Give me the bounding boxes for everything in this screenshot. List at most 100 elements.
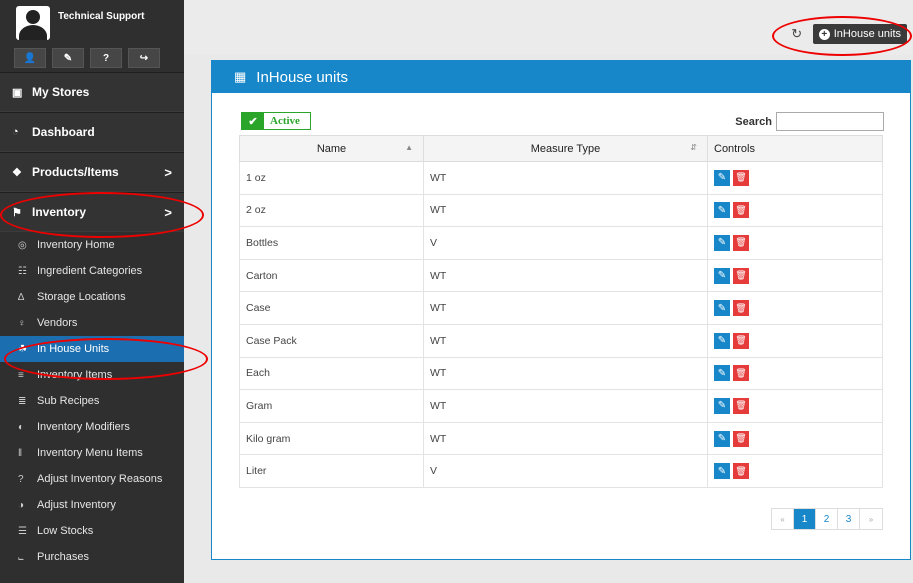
sidebar-item-in-house-units[interactable]: ☘ In House Units [0, 336, 184, 362]
edit-icon[interactable]: ✎ [714, 463, 730, 480]
sidebar-item-purchases[interactable]: ⨽ Purchases [0, 544, 184, 570]
pagination-page[interactable]: 1 [794, 509, 816, 529]
add-inhouse-unit-button[interactable]: + InHouse units [812, 24, 907, 44]
edit-icon[interactable]: ✎ [714, 169, 730, 186]
cell-controls: ✎ 🗑 [707, 291, 883, 325]
cell-controls: ✎ 🗑 [707, 356, 883, 391]
delete-icon[interactable]: 🗑 [733, 397, 749, 414]
sidebar-item-adjust-inventory-reasons[interactable]: ? Adjust Inventory Reasons [0, 466, 184, 492]
panel-title: InHouse units [256, 68, 349, 86]
sidebar-item-low-stocks[interactable]: ☰ Low Stocks [0, 518, 184, 544]
user-icon[interactable]: 👤 [14, 48, 46, 68]
sidebar-item-my-stores[interactable]: ▣ My Stores [0, 72, 184, 112]
cell-controls: ✎ 🗑 [707, 454, 883, 488]
modifiers-icon: ◐ [18, 421, 25, 433]
units-table: Name ▲ Measure Type ⇵ Controls 1 oz WT ✎… [239, 135, 883, 488]
edit-icon[interactable]: ✎ [714, 397, 730, 414]
delete-icon[interactable]: 🗑 [733, 234, 749, 251]
refresh-button[interactable]: ↻ [787, 24, 807, 44]
cell-measure-type: WT [423, 161, 708, 195]
sidebar-item-dashboard[interactable]: ◔ Dashboard [0, 112, 184, 152]
delete-icon[interactable]: 🗑 [733, 267, 749, 284]
logout-icon[interactable]: ↪ [128, 48, 160, 68]
cell-name: Carton [239, 258, 424, 293]
sidebar-item-sub-recipes[interactable]: ≣ Sub Recipes [0, 388, 184, 414]
table-row: Carton WT ✎ 🗑 [239, 258, 883, 293]
sidebar-item-inventory[interactable]: ⚑ Inventory > [0, 192, 184, 232]
sidebar-item-vendors[interactable]: ♀ Vendors [0, 310, 184, 336]
sidebar-item-label: Inventory Modifiers [37, 421, 130, 433]
chevron-right-icon: > [164, 204, 172, 220]
pagination-prev[interactable]: « [772, 509, 794, 529]
categories-icon: ☷ [18, 265, 27, 277]
edit-icon[interactable]: ✎ [714, 332, 730, 349]
column-header-measure-type[interactable]: Measure Type ⇵ [423, 135, 708, 162]
help-icon[interactable]: ? [90, 48, 122, 68]
cell-measure-type: WT [423, 258, 708, 293]
sidebar-item-inventory-menu-items[interactable]: ‖ Inventory Menu Items [0, 440, 184, 466]
pagination-page[interactable]: 3 [838, 509, 860, 529]
sidebar-item-label: Vendors [37, 317, 78, 329]
delete-icon[interactable]: 🗑 [733, 202, 749, 219]
question-icon: ? [18, 473, 24, 485]
sidebar-item-inventory-modifiers[interactable]: ◐ Inventory Modifiers [0, 414, 184, 440]
avatar[interactable] [16, 6, 50, 40]
profile-header: Technical Support [0, 0, 184, 48]
sidebar-item-label: Adjust Inventory Reasons [37, 473, 163, 485]
edit-icon[interactable]: ✎ [714, 234, 730, 251]
search-label: Search [735, 116, 772, 128]
cell-controls: ✎ 🗑 [707, 389, 883, 423]
delete-icon[interactable]: 🗑 [733, 300, 749, 317]
delete-icon[interactable]: 🗑 [733, 332, 749, 349]
cell-name: Liter [239, 454, 424, 488]
recipes-icon: ≣ [18, 395, 27, 407]
cell-controls: ✎ 🗑 [707, 193, 883, 228]
cell-name: Case Pack [239, 323, 424, 358]
sidebar-item-ingredient-categories[interactable]: ☷ Ingredient Categories [0, 258, 184, 284]
sidebar-item-label: In House Units [37, 343, 110, 355]
cell-controls: ✎ 🗑 [707, 161, 883, 195]
units-icon: ☘ [18, 343, 27, 355]
delete-icon[interactable]: 🗑 [733, 430, 749, 447]
brush-icon[interactable]: ✎ [52, 48, 84, 68]
sidebar-item-label: Inventory Menu Items [37, 447, 143, 459]
pagination-page[interactable]: 2 [816, 509, 838, 529]
cell-measure-type: WT [423, 323, 708, 358]
delete-icon[interactable]: 🗑 [733, 463, 749, 480]
adjust-icon: ◑ [18, 499, 25, 511]
panel-header: ▦ InHouse units [212, 61, 910, 93]
sidebar-item-inventory-items[interactable]: ≡ Inventory Items [0, 362, 184, 388]
delete-icon[interactable]: 🗑 [733, 169, 749, 186]
edit-icon[interactable]: ✎ [714, 300, 730, 317]
sidebar-item-label: Ingredient Categories [37, 265, 143, 277]
edit-icon[interactable]: ✎ [714, 365, 730, 382]
sidebar-item-storage-locations[interactable]: ∆ Storage Locations [0, 284, 184, 310]
delete-icon[interactable]: 🗑 [733, 365, 749, 382]
table-row: Case Pack WT ✎ 🗑 [239, 323, 883, 358]
sidebar-item-adjust-inventory[interactable]: ◑ Adjust Inventory [0, 492, 184, 518]
cell-controls: ✎ 🗑 [707, 258, 883, 293]
column-header-name[interactable]: Name ▲ [239, 135, 424, 162]
active-filter-toggle[interactable]: ✔ Active [241, 112, 311, 130]
edit-icon[interactable]: ✎ [714, 430, 730, 447]
refresh-icon: ↻ [791, 26, 803, 41]
edit-icon[interactable]: ✎ [714, 202, 730, 219]
sidebar-item-products[interactable]: ❖ Products/Items > [0, 152, 184, 192]
sidebar: Technical Support 👤 ✎ ? ↪ ▣ My Stores ◔ … [0, 0, 184, 583]
cell-name: Bottles [239, 226, 424, 260]
sidebar-item-label: Products/Items [32, 165, 119, 179]
sidebar-item-label: Purchases [37, 551, 89, 563]
cell-measure-type: WT [423, 356, 708, 391]
sidebar-item-inventory-home[interactable]: ◎ Inventory Home [0, 232, 184, 258]
sidebar-item-label: Storage Locations [37, 291, 126, 303]
pagination-next[interactable]: » [860, 509, 882, 529]
top-bar: ↻ + InHouse units [184, 0, 913, 55]
cell-name: 1 oz [239, 161, 424, 195]
search-input[interactable] [776, 112, 884, 131]
top-actions: ↻ + InHouse units [787, 24, 907, 44]
cell-name: Each [239, 356, 424, 391]
pagination: « 1 2 3 » [771, 508, 883, 530]
cell-controls: ✎ 🗑 [707, 323, 883, 358]
cell-measure-type: WT [423, 193, 708, 228]
edit-icon[interactable]: ✎ [714, 267, 730, 284]
